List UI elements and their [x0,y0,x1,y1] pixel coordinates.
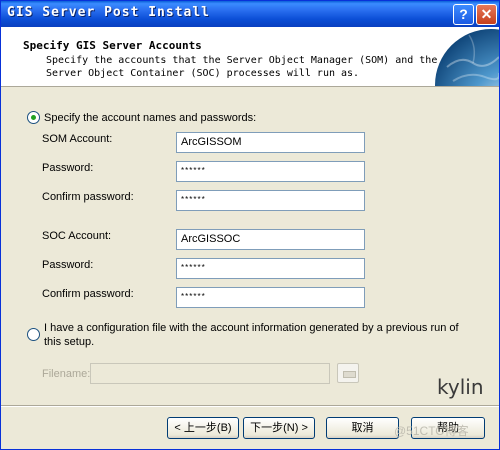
config-file-radio[interactable] [27,328,40,341]
installer-window: GIS Server Post Install ? ✕ Specify GIS … [0,0,500,450]
cancel-button[interactable]: 取消 [326,417,399,439]
next-button[interactable]: 下一步(N) > [243,417,315,439]
soc-confirm-password-input[interactable]: ****** [176,287,365,308]
specify-accounts-label[interactable]: Specify the account names and passwords: [44,112,256,124]
specify-accounts-radio[interactable] [27,111,40,124]
browse-button[interactable] [337,363,359,383]
branding-text: kylin [437,375,484,399]
footer-divider [1,405,499,407]
som-confirm-password-label: Confirm password: [42,191,134,203]
window-title: GIS Server Post Install [7,5,211,20]
som-confirm-password-input[interactable]: ****** [176,190,365,211]
som-password-input[interactable]: ****** [176,161,365,182]
soc-password-label: Password: [42,259,94,271]
back-button[interactable]: < 上一步(B) [167,417,239,439]
page-description: Specify the accounts that the Server Obj… [46,55,438,79]
title-bar[interactable]: GIS Server Post Install ? ✕ [1,1,499,27]
close-button[interactable]: ✕ [476,4,497,25]
soc-account-label: SOC Account: [42,230,112,242]
filename-label: Filename: [42,368,91,380]
filename-input[interactable] [90,363,330,384]
soc-confirm-password-label: Confirm password: [42,288,134,300]
page-title: Specify GIS Server Accounts [23,39,202,52]
wizard-header: Specify GIS Server Accounts Specify the … [1,27,499,87]
watermark-text: @51CTO博客 [394,424,469,438]
soc-password-input[interactable]: ****** [176,258,365,279]
globe-icon [435,29,499,86]
som-account-input[interactable]: ArcGISSOM [176,132,365,153]
som-password-label: Password: [42,162,94,174]
help-title-button[interactable]: ? [453,4,474,25]
soc-account-input[interactable]: ArcGISSOC [176,229,365,250]
som-account-label: SOM Account: [42,133,113,145]
config-file-label[interactable]: I have a configuration file with the acc… [44,321,474,349]
